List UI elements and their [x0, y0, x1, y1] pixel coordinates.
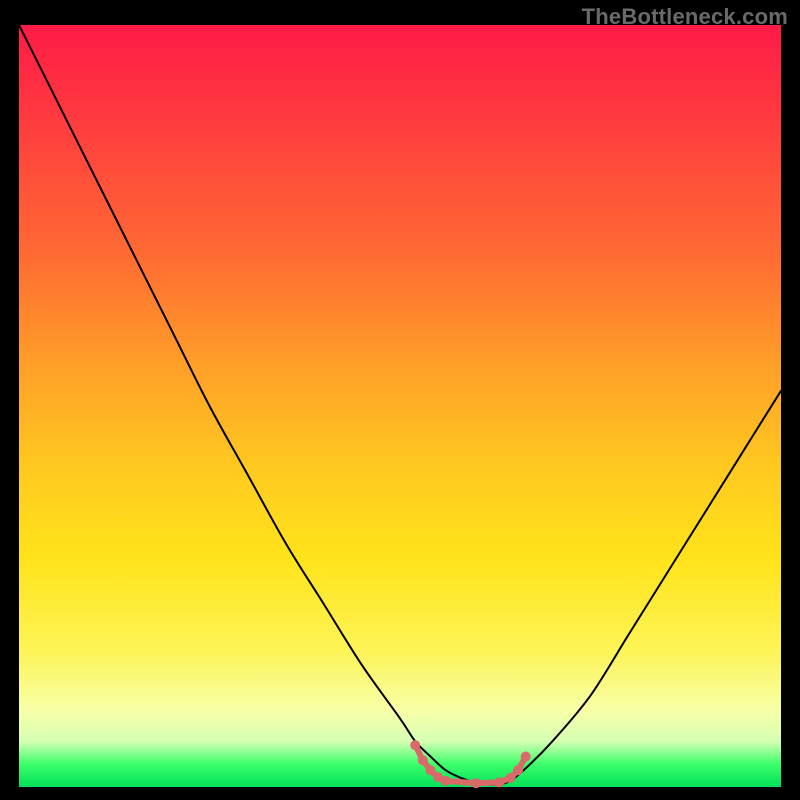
bottleneck-curve [19, 25, 781, 785]
optimal-zone-dot [521, 752, 531, 762]
optimal-zone-dot [513, 765, 523, 775]
optimal-zone-dot [441, 776, 451, 786]
optimal-zone-dot [426, 765, 436, 775]
optimal-zone-dot [410, 740, 420, 750]
optimal-zone-dot [494, 777, 504, 787]
stage: TheBottleneck.com [0, 0, 800, 800]
optimal-zone-dot [471, 778, 481, 788]
optimal-zone-dot [418, 755, 428, 765]
optimal-zone-dot [506, 773, 516, 783]
plot-area [19, 25, 781, 787]
chart-svg [19, 25, 781, 787]
